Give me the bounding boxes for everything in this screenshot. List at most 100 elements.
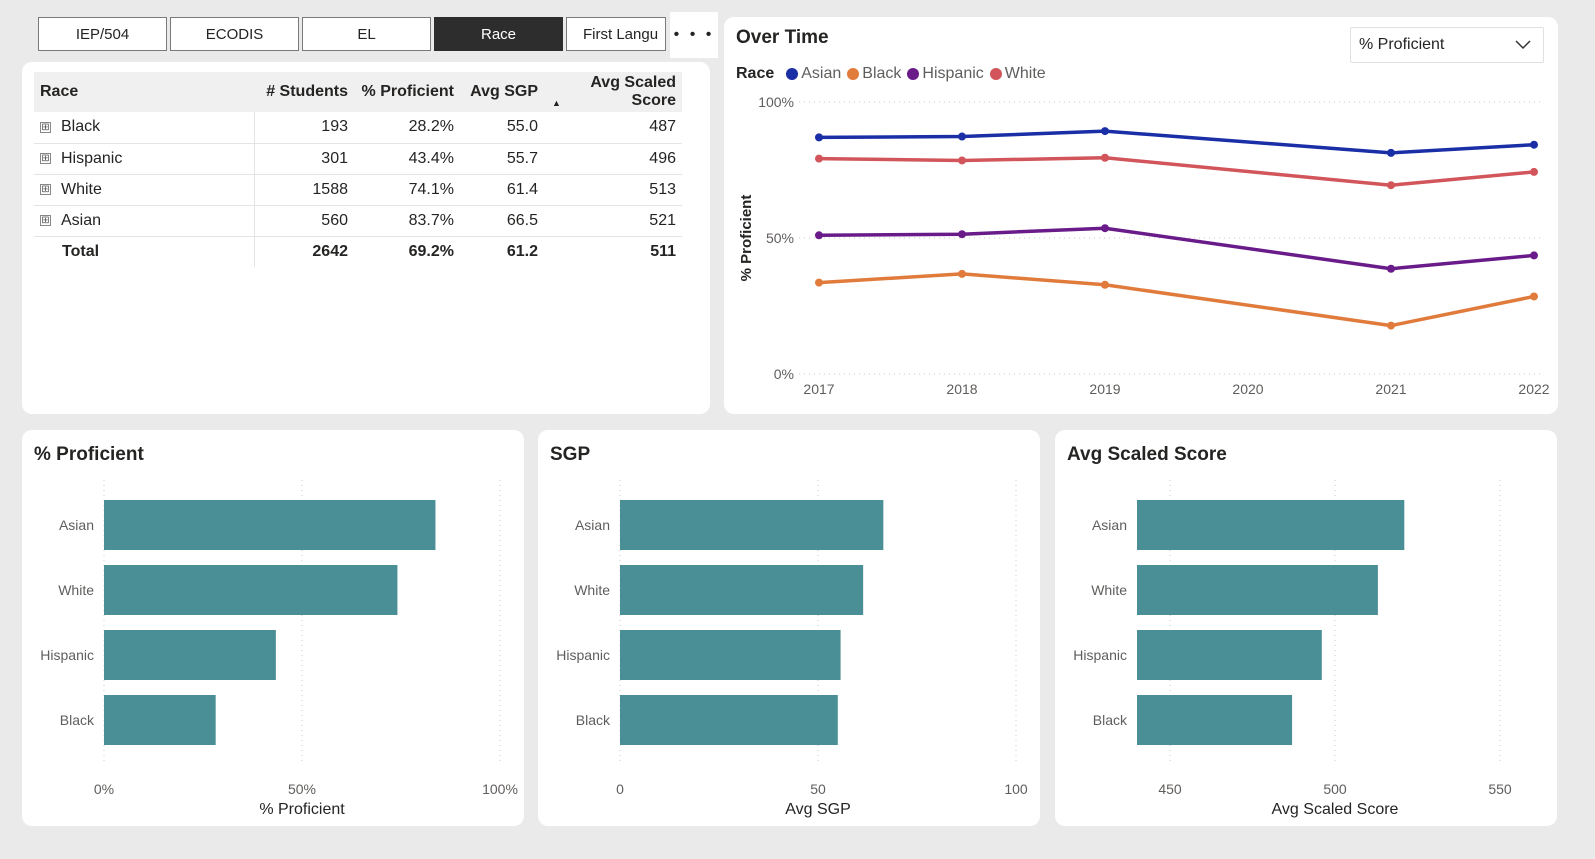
bar-black [1137, 695, 1293, 745]
row-race-cell: ⊞ Hispanic [34, 143, 255, 175]
tab-first-language[interactable]: First Langu [566, 17, 666, 51]
header-avg-scaled-score[interactable]: Avg Scaled Score ▲ [544, 72, 682, 112]
data-point-black [1101, 280, 1109, 289]
category-label: White [1091, 582, 1127, 598]
cell-proficient: 43.4% [354, 143, 460, 175]
category-label: Black [1093, 712, 1128, 728]
cell-avg-scaled: 521 [544, 205, 682, 237]
data-point-asian [1101, 127, 1109, 136]
data-point-black [958, 269, 966, 278]
row-race-label: Asian [61, 211, 102, 229]
data-point-hispanic [815, 231, 823, 240]
series-line-white [818, 156, 1535, 187]
sgp-bar-card: SGP 0 50 100 Avg SGP Asian White Hispanic Black [538, 430, 1040, 826]
data-point-white [1101, 153, 1109, 162]
row-race-cell: ⊞ Black [34, 112, 255, 144]
category-label: White [574, 582, 610, 598]
data-point-hispanic [1387, 264, 1395, 273]
x-tick-label: 2018 [946, 381, 977, 397]
header-students[interactable]: # Students [254, 72, 354, 112]
tab-race[interactable]: Race [434, 17, 563, 51]
x-axis-label: % Proficient [259, 801, 345, 818]
expand-icon[interactable]: ⊞ [40, 121, 51, 133]
x-tick-label: 100% [482, 781, 518, 797]
bar-asian [1137, 500, 1405, 550]
expand-icon[interactable]: ⊞ [40, 152, 51, 164]
table-header-row: Race # Students % Proficient Avg SGP Avg… [34, 72, 682, 112]
data-point-asian [815, 133, 823, 142]
row-race-cell: ⊞ Asian [34, 205, 255, 237]
cell-students: 193 [254, 112, 354, 144]
row-race-label: Black [61, 118, 101, 136]
x-tick-label: 50 [810, 781, 826, 797]
cell-students: 1588 [254, 174, 354, 206]
row-race-label: Hispanic [61, 149, 123, 167]
data-point-black [815, 278, 823, 287]
tab-el[interactable]: EL [302, 17, 431, 51]
row-race-label: White [61, 180, 102, 198]
data-point-asian [1530, 140, 1538, 149]
scaled-score-bar-chart: 450 500 550 Avg Scaled Score Asian White Hispa… [1073, 480, 1512, 818]
tab-ecodis[interactable]: ECODIS [170, 17, 299, 51]
category-label: Black [576, 712, 611, 728]
category-label: Hispanic [1073, 647, 1127, 663]
table-row: ⊞ Asian 560 83.7% 66.5 521 [34, 205, 682, 237]
race-table-card: Race # Students % Proficient Avg SGP Avg… [22, 62, 710, 414]
data-point-black [1387, 321, 1395, 330]
bar-black [104, 695, 216, 745]
total-avg-scaled: 511 [650, 242, 676, 260]
cell-proficient: 28.2% [354, 112, 460, 144]
x-axis-label: Avg SGP [785, 801, 851, 818]
total-avg-sgp: 61.2 [506, 242, 538, 260]
tab-iep504[interactable]: IEP/504 [38, 17, 167, 51]
header-race[interactable]: Race [34, 72, 254, 112]
race-table: Race # Students % Proficient Avg SGP Avg… [34, 72, 682, 267]
x-tick-label: 0% [94, 781, 114, 797]
table-row: ⊞ Hispanic 301 43.4% 55.7 496 [34, 143, 682, 175]
bar-white [104, 565, 398, 615]
x-tick-label: 500 [1323, 781, 1347, 797]
cell-avg-scaled: 513 [544, 174, 682, 206]
data-point-hispanic [958, 230, 966, 239]
data-point-black [1530, 292, 1538, 301]
x-tick-label: 50% [288, 781, 316, 797]
cell-students: 560 [254, 205, 354, 237]
more-options-icon[interactable]: • • • [670, 12, 718, 58]
category-label: Asian [59, 517, 94, 533]
bar-hispanic [1137, 630, 1322, 680]
series-line-hispanic [818, 226, 1535, 271]
bar-asian [104, 500, 436, 550]
proficient-bar-card: % Proficient 0% 50% 100% % Proficient Asian W… [22, 430, 524, 826]
bar-black [620, 695, 838, 745]
header-avg-sgp[interactable]: Avg SGP [460, 72, 544, 112]
data-point-white [958, 156, 966, 165]
header-proficient[interactable]: % Proficient [354, 72, 460, 112]
x-axis-label: Avg Scaled Score [1272, 801, 1399, 818]
series-line-asian [818, 129, 1535, 155]
cell-avg-sgp: 55.0 [460, 112, 544, 144]
category-label: Hispanic [40, 647, 94, 663]
cell-avg-sgp: 61.4 [460, 174, 544, 206]
line-chart: 0% 50% 100% 2017 2018 2019 2020 2021 2022 % Profi… [738, 94, 1550, 397]
data-point-white [1387, 181, 1395, 190]
x-tick-label: 100 [1004, 781, 1028, 797]
bar-hispanic [620, 630, 841, 680]
x-tick-label: 2022 [1518, 381, 1549, 397]
cell-proficient: 83.7% [354, 205, 460, 237]
expand-icon[interactable]: ⊞ [40, 214, 51, 226]
table-total-row: Total 2642 69.2% 61.2 511 [34, 236, 682, 267]
cell-avg-sgp: 55.7 [460, 143, 544, 175]
table-row: ⊞ Black 193 28.2% 55.0 487 [34, 112, 682, 144]
bar-white [620, 565, 864, 615]
data-point-asian [958, 132, 966, 141]
category-label: Asian [575, 517, 610, 533]
data-point-white [1530, 167, 1538, 176]
y-tick-label: 100% [758, 94, 794, 110]
table-row: ⊞ White 1588 74.1% 61.4 513 [34, 174, 682, 206]
slicer-tabs: IEP/504 ECODIS EL Race First Langu [38, 17, 669, 51]
data-point-hispanic [1101, 224, 1109, 233]
expand-icon[interactable]: ⊞ [40, 183, 51, 195]
category-label: White [58, 582, 94, 598]
y-tick-label: 0% [774, 366, 794, 382]
bar-hispanic [104, 630, 276, 680]
